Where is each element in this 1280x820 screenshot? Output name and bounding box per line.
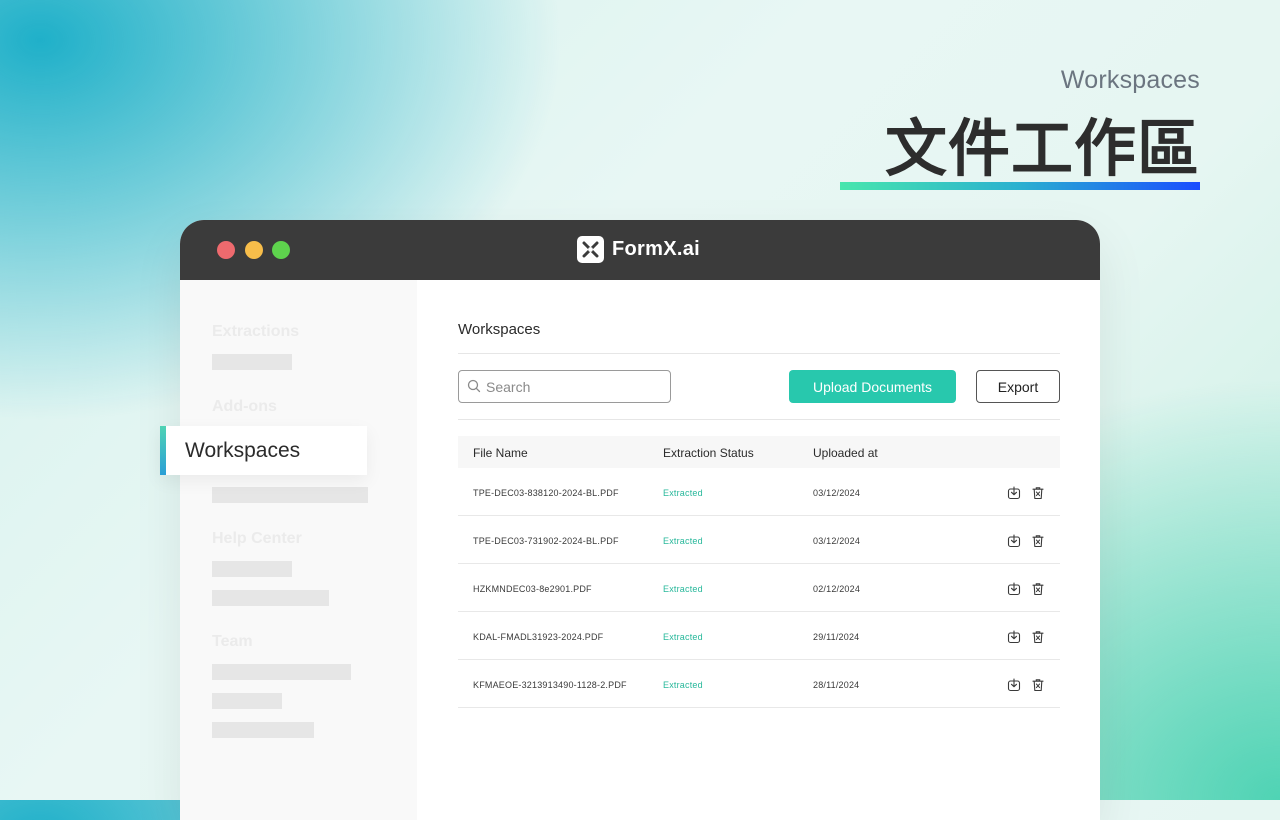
sidebar-item-workspaces[interactable]: Workspaces <box>160 426 367 475</box>
page-title: Workspaces <box>458 321 541 338</box>
uploaded-at-cell: 03/12/2024 <box>813 536 861 546</box>
table-header: File Name Extraction Status Uploaded at <box>458 436 1060 468</box>
download-icon[interactable] <box>1006 581 1022 597</box>
file-name-cell[interactable]: KDAL-FMADL31923-2024.PDF <box>473 632 603 642</box>
app-window: FormX.ai Extractions Add-ons Help Center… <box>180 220 1100 820</box>
export-button[interactable]: Export <box>976 370 1060 403</box>
file-name-cell[interactable]: KFMAEOE-3213913490-1128-2.PDF <box>473 680 627 690</box>
trash-icon[interactable] <box>1030 581 1046 597</box>
active-indicator <box>160 426 166 475</box>
sidebar-placeholder <box>212 354 292 370</box>
sidebar-placeholder <box>212 590 329 606</box>
uploaded-at-cell: 29/11/2024 <box>813 632 860 642</box>
file-name-cell[interactable]: HZKMNDEC03-8e2901.PDF <box>473 584 592 594</box>
upload-documents-button[interactable]: Upload Documents <box>789 370 956 403</box>
file-name-cell[interactable]: TPE-DEC03-838120-2024-BL.PDF <box>473 488 619 498</box>
main-content: Workspaces Upload Documents Export File … <box>417 280 1100 820</box>
sidebar-heading-addons[interactable]: Add-ons <box>212 398 277 416</box>
trash-icon[interactable] <box>1030 677 1046 693</box>
uploaded-at-cell: 02/12/2024 <box>813 584 861 594</box>
brand: FormX.ai <box>577 236 700 263</box>
download-icon[interactable] <box>1006 485 1022 501</box>
hero-title: 文件工作區 <box>884 112 1200 185</box>
status-badge: Extracted <box>663 632 703 642</box>
status-badge: Extracted <box>663 680 703 690</box>
sidebar-heading-team[interactable]: Team <box>212 633 253 651</box>
uploaded-at-cell: 28/11/2024 <box>813 680 860 690</box>
search-icon <box>467 379 481 398</box>
sidebar-heading-extractions[interactable]: Extractions <box>212 323 299 341</box>
search-input[interactable] <box>486 371 661 402</box>
uploaded-at-cell: 03/12/2024 <box>813 488 861 498</box>
column-header-uploaded-at[interactable]: Uploaded at <box>813 446 878 460</box>
table-row[interactable]: TPE-DEC03-731902-2024-BL.PDF Extracted 03/… <box>458 516 1060 564</box>
sidebar-placeholder <box>212 561 292 577</box>
table-row[interactable]: KDAL-FMADL31923-2024.PDF Extracted 29/11/2… <box>458 612 1060 660</box>
divider <box>458 353 1060 354</box>
formx-logo-icon <box>577 236 604 263</box>
search-field[interactable] <box>458 370 671 403</box>
download-icon[interactable] <box>1006 677 1022 693</box>
sidebar-item-label: Workspaces <box>185 439 301 462</box>
trash-icon[interactable] <box>1030 485 1046 501</box>
hero-gradient-bar <box>840 182 1200 190</box>
table-row[interactable]: KFMAEOE-3213913490-1128-2.PDF Extracted 28… <box>458 660 1060 708</box>
hero-subtitle: Workspaces <box>1060 66 1200 94</box>
brand-name: FormX.ai <box>612 238 700 260</box>
status-badge: Extracted <box>663 488 703 498</box>
sidebar-placeholder <box>212 722 314 738</box>
maximize-window-button[interactable] <box>272 241 290 259</box>
sidebar-placeholder <box>212 693 282 709</box>
documents-table: File Name Extraction Status Uploaded at … <box>458 436 1060 708</box>
trash-icon[interactable] <box>1030 629 1046 645</box>
window-titlebar: FormX.ai <box>180 220 1100 280</box>
sidebar-placeholder <box>212 664 351 680</box>
table-row[interactable]: TPE-DEC03-838120-2024-BL.PDF Extracted 03/… <box>458 468 1060 516</box>
sidebar: Extractions Add-ons Help Center Team <box>180 280 417 820</box>
file-name-cell[interactable]: TPE-DEC03-731902-2024-BL.PDF <box>473 536 619 546</box>
trash-icon[interactable] <box>1030 533 1046 549</box>
table-row[interactable]: HZKMNDEC03-8e2901.PDF Extracted 02/12/2024 <box>458 564 1060 612</box>
status-badge: Extracted <box>663 536 703 546</box>
download-icon[interactable] <box>1006 629 1022 645</box>
sidebar-heading-help-center[interactable]: Help Center <box>212 530 302 548</box>
column-header-file-name[interactable]: File Name <box>473 446 528 460</box>
sidebar-placeholder <box>212 487 368 503</box>
download-icon[interactable] <box>1006 533 1022 549</box>
minimize-window-button[interactable] <box>245 241 263 259</box>
close-window-button[interactable] <box>217 241 235 259</box>
status-badge: Extracted <box>663 584 703 594</box>
column-header-extraction-status[interactable]: Extraction Status <box>663 446 754 460</box>
divider <box>458 419 1060 420</box>
